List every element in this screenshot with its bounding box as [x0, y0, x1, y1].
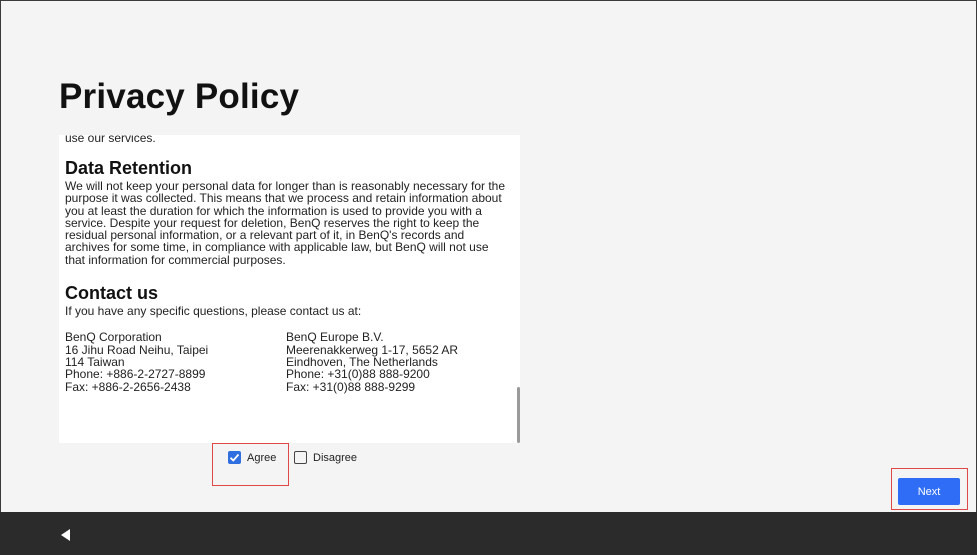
policy-scroll-area[interactable]: use our services. Data Retention We will…: [59, 135, 520, 443]
contact-addresses: BenQ Corporation 16 Jihu Road Neihu, Tai…: [65, 330, 507, 394]
section-body-contact-us: If you have any specific questions, plea…: [65, 304, 362, 319]
back-triangle-icon[interactable]: [60, 528, 72, 541]
contact-benq-corporation: BenQ Corporation 16 Jihu Road Neihu, Tai…: [65, 330, 209, 394]
next-highlight-frame: [891, 468, 968, 510]
navigation-bar: [0, 512, 977, 555]
disagree-checkbox[interactable]: Disagree: [294, 451, 357, 464]
policy-content: use our services. Data Retention We will…: [65, 135, 507, 393]
section-heading-data-retention: Data Retention: [65, 158, 193, 178]
page-title: Privacy Policy: [59, 77, 300, 116]
unchecked-box-icon[interactable]: [294, 451, 307, 464]
agree-highlight-frame: [212, 443, 289, 486]
disagree-label: Disagree: [313, 451, 358, 464]
setup-screen: Privacy Policy use our services. Data Re…: [0, 0, 977, 513]
contact-benq-europe: BenQ Europe B.V. Meerenakkerweg 1-17, 56…: [286, 330, 459, 394]
section-body-data-retention: We will not keep your personal data for …: [65, 179, 506, 267]
section-heading-contact-us: Contact us: [65, 283, 159, 304]
policy-scrollbar[interactable]: [517, 387, 520, 443]
policy-cut-text: use our services.: [65, 135, 156, 145]
